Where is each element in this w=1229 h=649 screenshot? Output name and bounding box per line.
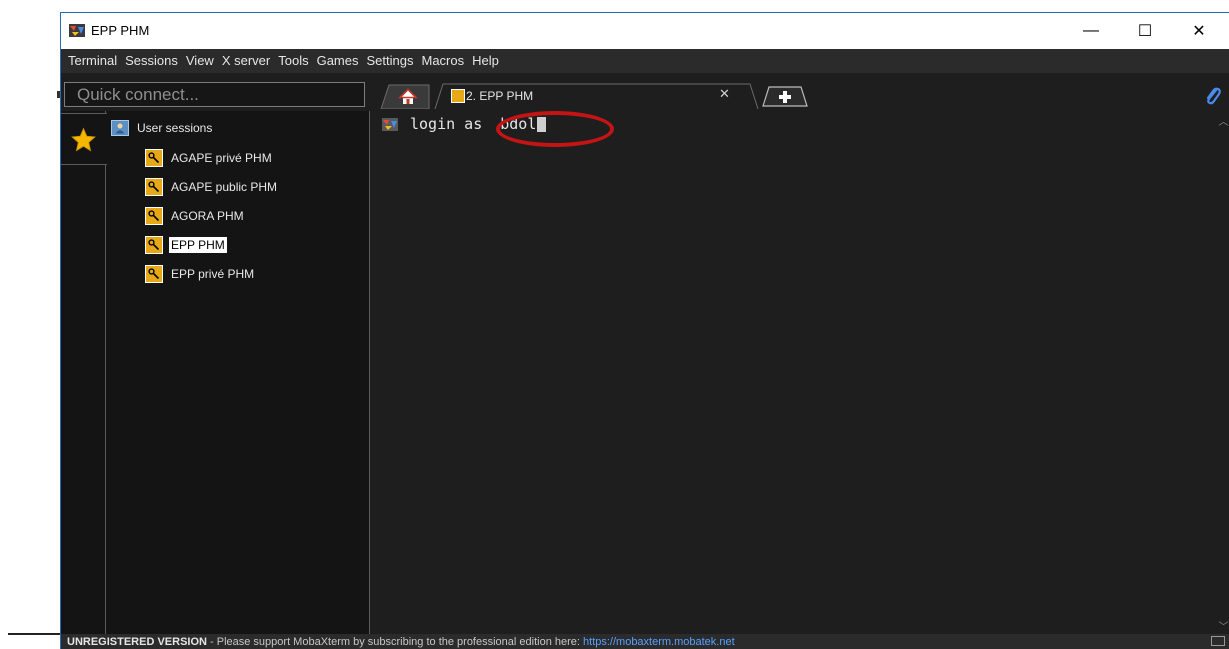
home-tab[interactable] xyxy=(379,83,431,110)
key-icon xyxy=(145,265,163,283)
menu-bar: Terminal Sessions View X server Tools Games Se… xyxy=(61,49,1229,73)
session-item-agora[interactable]: AGORA PHM xyxy=(145,207,246,225)
menu-tools[interactable]: Tools xyxy=(274,49,312,73)
status-text: - Please support MobaXterm by subscribin… xyxy=(206,636,584,648)
window-title: EPP PHM xyxy=(91,23,150,38)
key-icon xyxy=(145,207,163,225)
menu-help[interactable]: Help xyxy=(468,49,503,73)
session-label: AGORA PHM xyxy=(171,209,244,223)
tree-root-label: User sessions xyxy=(137,121,213,135)
minimize-button[interactable]: — xyxy=(1068,13,1114,49)
terminal-scrollbar[interactable]: ︿ ﹀ xyxy=(1217,111,1229,634)
title-bar: EPP PHM — ☐ ✕ xyxy=(61,13,1229,49)
status-link[interactable]: https://mobaxterm.mobatek.net xyxy=(583,636,735,648)
stray-line xyxy=(8,633,60,635)
session-item-agape-public[interactable]: AGAPE public PHM xyxy=(145,178,279,196)
tab-bar: 2. EPP PHM ✕ xyxy=(374,81,1229,111)
session-label: EPP privé PHM xyxy=(171,267,255,281)
tab-epp-phm[interactable]: 2. EPP PHM xyxy=(434,83,759,109)
paperclip-icon[interactable] xyxy=(1204,85,1222,107)
key-icon xyxy=(451,89,465,103)
favorites-tab[interactable] xyxy=(61,113,107,165)
key-icon xyxy=(145,236,163,254)
maximize-button[interactable]: ☐ xyxy=(1122,13,1168,49)
new-tab-button[interactable] xyxy=(761,84,811,108)
menu-sessions[interactable]: Sessions xyxy=(121,49,182,73)
user-folder-icon xyxy=(111,120,129,136)
login-prompt: login as xyxy=(410,115,483,133)
tab-label: 2. EPP PHM xyxy=(466,89,534,103)
key-icon xyxy=(145,149,163,167)
key-icon xyxy=(145,178,163,196)
app-window: EPP PHM — ☐ ✕ Terminal Sessions View X serv… xyxy=(60,12,1229,649)
session-item-epp[interactable]: EPP PHM xyxy=(145,236,227,254)
sessions-panel: User sessions AGAPE privé PHM AGAPE publ… xyxy=(61,111,370,634)
tab-close-icon[interactable]: ✕ xyxy=(719,86,730,102)
session-label: AGAPE public PHM xyxy=(171,180,278,194)
status-indicator xyxy=(1211,636,1225,646)
session-item-epp-prive[interactable]: EPP privé PHM xyxy=(145,265,256,283)
sidebar-strip xyxy=(61,111,106,634)
menu-macros[interactable]: Macros xyxy=(417,49,468,73)
app-icon xyxy=(69,24,85,37)
quick-connect-input[interactable] xyxy=(64,82,365,107)
terminal-view[interactable]: login as bdol xyxy=(374,111,1217,634)
session-tree: User sessions AGAPE privé PHM AGAPE publ… xyxy=(107,111,370,634)
menu-settings[interactable]: Settings xyxy=(363,49,418,73)
session-label: EPP PHM xyxy=(169,237,227,253)
session-label: AGAPE privé PHM xyxy=(171,151,272,165)
session-item-agape-prive[interactable]: AGAPE privé PHM xyxy=(145,149,274,167)
menu-view[interactable]: View xyxy=(182,49,218,73)
terminal-icon xyxy=(382,117,398,131)
menu-games[interactable]: Games xyxy=(313,49,363,73)
status-bar: UNREGISTERED VERSION - Please support Mo… xyxy=(61,634,1229,649)
new-tab-icon xyxy=(762,86,808,107)
unregistered-label: UNREGISTERED VERSION xyxy=(67,636,207,648)
menu-terminal[interactable]: Terminal xyxy=(61,49,121,73)
scroll-down-icon[interactable]: ﹀ xyxy=(1217,618,1229,633)
star-icon xyxy=(71,127,96,152)
menu-x-server[interactable]: X server xyxy=(218,49,274,73)
user-sessions-folder[interactable]: User sessions xyxy=(111,120,214,136)
highlight-circle xyxy=(496,111,614,147)
close-button[interactable]: ✕ xyxy=(1176,13,1222,49)
scroll-up-icon[interactable]: ︿ xyxy=(1217,113,1229,128)
